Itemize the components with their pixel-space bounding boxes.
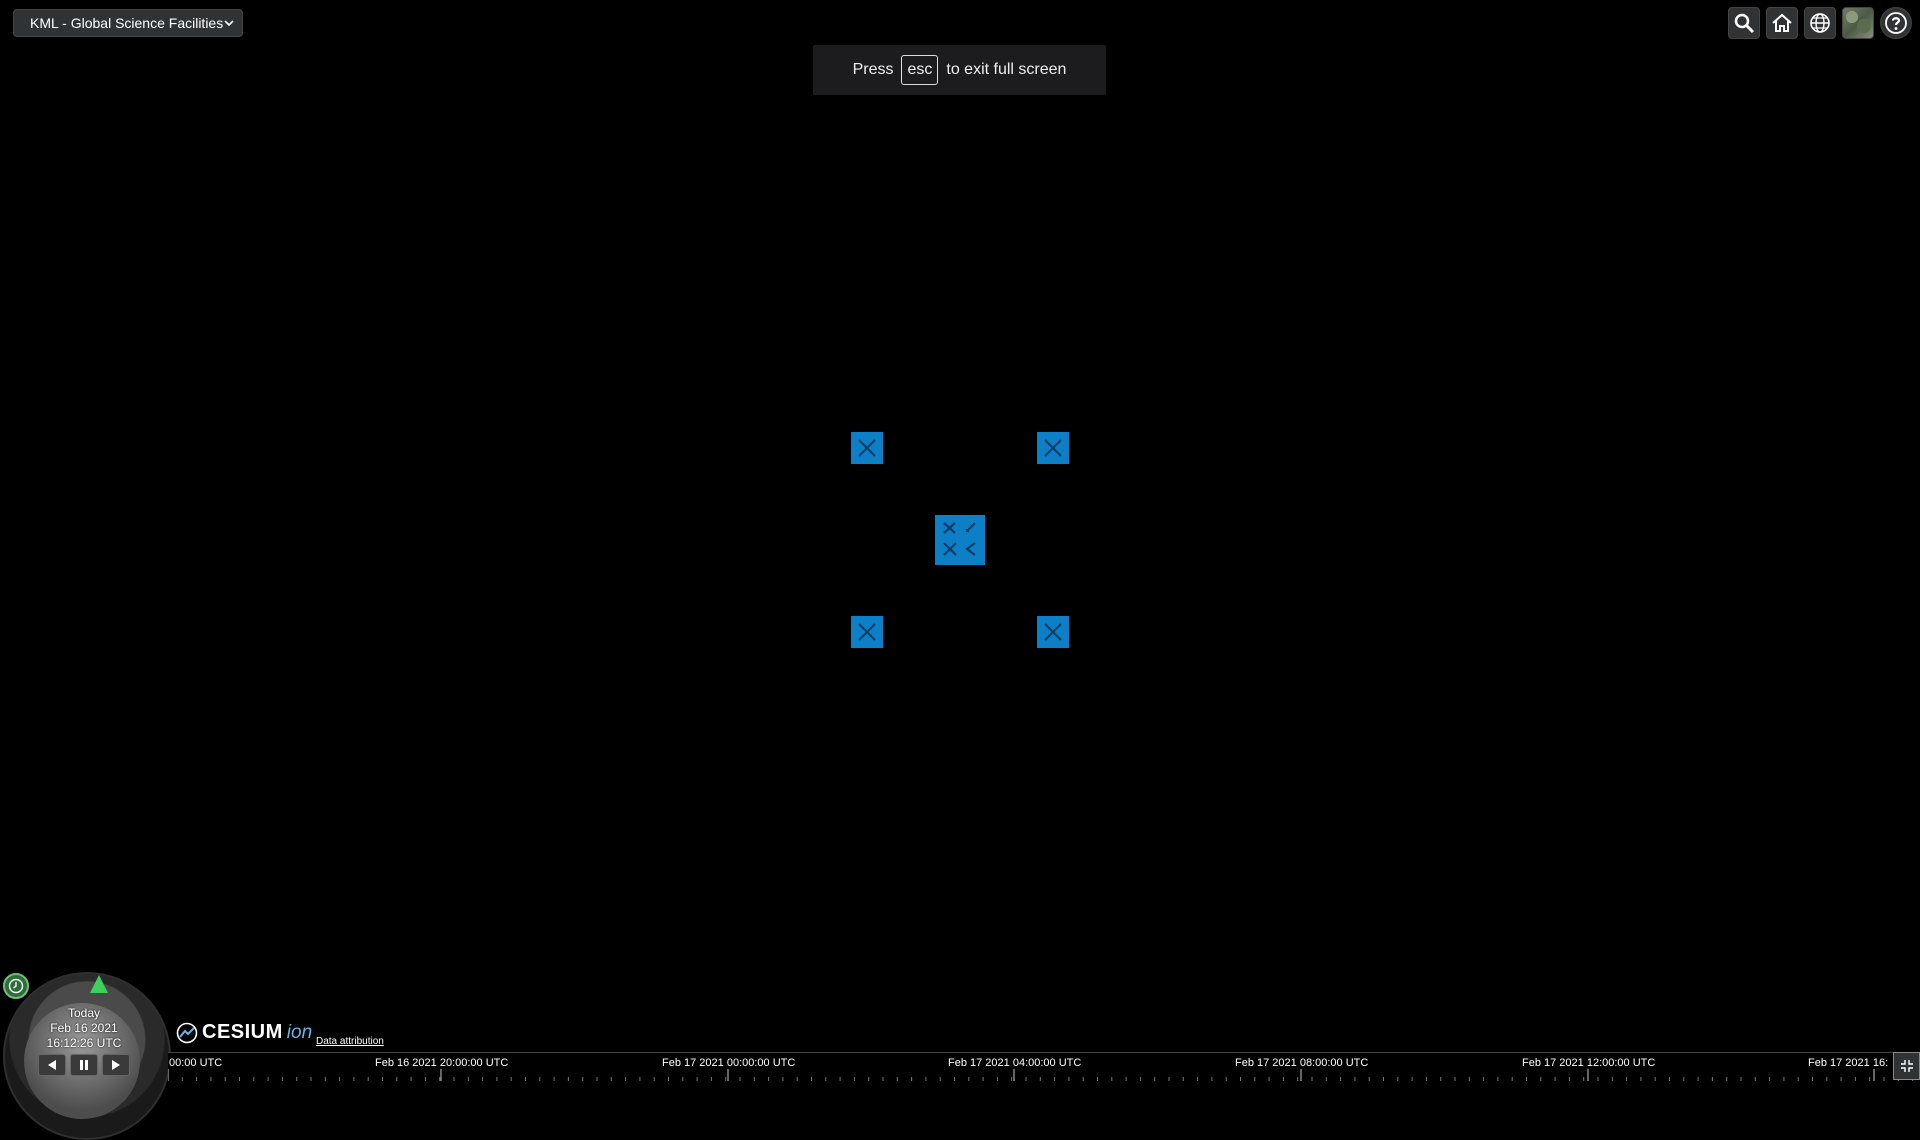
realtime-button[interactable] [3,973,29,999]
notice-press: Press [852,61,894,78]
animation-controls [38,1054,130,1076]
missing-image-icon[interactable] [851,432,883,464]
help-button[interactable] [1880,7,1912,39]
timeline-label: 00:00 UTC [169,1057,223,1069]
fullscreen-exit-notice: Press esc to exit full screen [813,45,1106,95]
logo-ion: ion [286,1021,313,1043]
search-button[interactable] [1728,7,1760,39]
notice-suffix: to exit full screen [946,61,1067,78]
time-label: 16:12:26 UTC [46,1036,122,1050]
timeline-labels: 00:00 UTC Feb 16 2021 20:00:00 UTC Feb 1… [168,1055,1920,1069]
demo-select-value: KML - Global Science Facilities [30,15,224,31]
timeline-label: Feb 17 2021 16: [1808,1057,1889,1069]
home-icon [1772,13,1792,32]
demo-select[interactable]: KML - Global Science Facilities [13,9,243,37]
play-reverse-icon [48,1060,56,1070]
pause-button[interactable] [70,1054,98,1076]
cesium-ion-logo[interactable]: CESIUM ion [176,1021,312,1044]
data-attribution-link[interactable]: Data attribution [316,1036,384,1047]
pause-icon [80,1060,88,1070]
esc-key: esc [901,55,939,85]
timeline[interactable]: 00:00 UTC Feb 16 2021 20:00:00 UTC Feb 1… [168,1052,1920,1081]
timeline-label: Feb 17 2021 00:00:00 UTC [662,1057,796,1069]
date-relative: Today [67,1006,101,1020]
play-forward-button[interactable] [102,1054,130,1076]
chevron-down-icon [224,20,234,27]
shuttle-needle-icon[interactable] [90,975,108,993]
timeline-label: Feb 17 2021 12:00:00 UTC [1522,1057,1656,1069]
timeline-ticks [168,1069,1914,1081]
clock-icon [8,978,24,994]
cesium-logo-icon [176,1022,198,1043]
globe-icon [1810,13,1830,33]
timeline-label: Feb 16 2021 20:00:00 UTC [375,1057,509,1069]
toolbar [1728,7,1912,39]
help-icon [1885,12,1907,34]
exit-fullscreen-icon [1900,1060,1913,1072]
date-label: Feb 16 2021 [50,1021,118,1035]
fullscreen-button[interactable] [1893,1052,1920,1080]
timeline-label: Feb 17 2021 04:00:00 UTC [948,1057,1082,1069]
play-icon [112,1060,120,1070]
play-reverse-button[interactable] [38,1054,66,1076]
animation-datetime: Today Feb 16 2021 16:12:26 UTC [24,1006,144,1051]
scene-mode-button[interactable] [1804,7,1836,39]
base-layer-picker-button[interactable] [1842,7,1874,39]
cluster-placeholder-icon[interactable] [935,515,985,565]
missing-image-icon[interactable] [1037,432,1069,464]
home-button[interactable] [1766,7,1798,39]
missing-image-icon[interactable] [1037,616,1069,648]
search-icon [1734,13,1755,34]
timeline-label: Feb 17 2021 08:00:00 UTC [1235,1057,1369,1069]
missing-image-icon[interactable] [851,616,883,648]
logo-word: CESIUM [202,1021,283,1043]
